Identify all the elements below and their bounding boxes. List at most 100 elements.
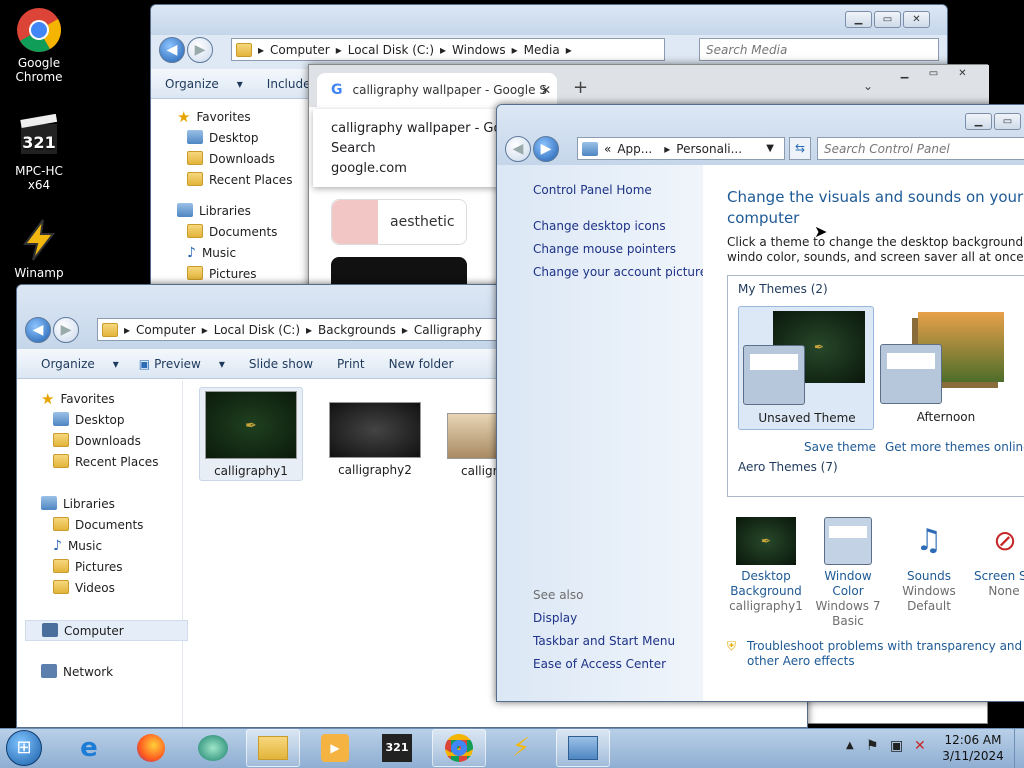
breadcrumb-computer[interactable]: Computer xyxy=(270,43,330,57)
taskbar-windows-explorer[interactable] xyxy=(246,729,300,767)
maximize-button[interactable]: ▭ xyxy=(920,65,947,82)
nav-documents[interactable]: Documents xyxy=(25,515,182,536)
file-item[interactable]: ✒ calligraphy1 xyxy=(199,387,303,481)
sounds-setting[interactable]: ♫ Sounds Windows Default xyxy=(891,515,967,614)
search-input[interactable]: Search Media xyxy=(699,38,939,61)
control-panel-home-link[interactable]: Control Panel Home xyxy=(533,179,703,202)
breadcrumb-local-disk[interactable]: Local Disk (C:) xyxy=(214,323,300,337)
troubleshoot-link[interactable]: ⛨ Troubleshoot problems with transparenc… xyxy=(727,639,1024,669)
nav-documents[interactable]: Documents xyxy=(177,222,311,243)
show-hidden-icons[interactable]: ▲ xyxy=(846,740,854,751)
desktop-icon-winamp[interactable]: Winamp xyxy=(4,216,74,280)
desktop-background-setting[interactable]: ✒ Desktop Background calligraphy1 xyxy=(725,515,807,614)
nav-libraries[interactable]: Libraries xyxy=(25,494,182,515)
change-desktop-icons-link[interactable]: Change desktop icons xyxy=(533,215,703,238)
back-button[interactable]: ◀ xyxy=(505,136,531,162)
organize-button[interactable]: Organize xyxy=(165,77,219,91)
address-bar[interactable]: « App... ▸ Personali... ▼ xyxy=(577,137,785,160)
refresh-button[interactable]: ⇆ xyxy=(789,137,811,160)
dropdown-icon[interactable]: ▼ xyxy=(766,143,774,154)
breadcrumb-calligraphy[interactable]: Calligraphy xyxy=(414,323,482,337)
nav-favorites[interactable]: ★ Favorites xyxy=(177,107,311,128)
clock[interactable]: 12:06 AM 3/11/2024 xyxy=(938,732,1008,764)
tab-search-icon[interactable]: ⌄ xyxy=(863,79,873,93)
taskbar-winamp[interactable]: ⚡ xyxy=(494,729,548,767)
nav-network[interactable]: Network xyxy=(25,662,182,683)
nav-computer[interactable]: Computer xyxy=(25,620,188,641)
volume-muted-icon[interactable]: ✕ xyxy=(914,738,926,754)
print-button[interactable]: Print xyxy=(337,357,365,371)
network-tray-icon[interactable]: ▣ xyxy=(890,738,903,754)
change-mouse-pointers-link[interactable]: Change mouse pointers xyxy=(533,238,703,261)
new-folder-button[interactable]: New folder xyxy=(389,357,454,371)
forward-button[interactable]: ▶ xyxy=(53,317,79,343)
close-button[interactable]: ✕ xyxy=(949,65,976,82)
nav-music[interactable]: ♪ Music xyxy=(25,536,182,557)
taskbar-internet-explorer[interactable]: e xyxy=(62,729,116,767)
breadcrumb-computer[interactable]: Computer xyxy=(136,323,196,337)
chrome-tab[interactable]: G calligraphy wallpaper - Google S ✕ xyxy=(317,73,557,107)
nav-desktop[interactable]: Desktop xyxy=(25,410,182,431)
tab-close-icon[interactable]: ✕ xyxy=(541,83,551,97)
maximize-button[interactable]: ▭ xyxy=(994,113,1021,130)
nav-videos[interactable]: Videos xyxy=(25,578,182,599)
minimize-button[interactable]: ▁ xyxy=(965,113,992,130)
breadcrumb-appearance[interactable]: App... xyxy=(617,142,652,156)
taskbar-chrome[interactable] xyxy=(432,729,486,767)
forward-button[interactable]: ▶ xyxy=(533,136,559,162)
nav-pictures[interactable]: Pictures xyxy=(25,557,182,578)
file-item[interactable]: calligraphy2 xyxy=(323,387,427,481)
address-bar[interactable]: ▸ Computer ▸ Local Disk (C:) ▸ Backgrounds… xyxy=(97,318,517,341)
window-color-setting[interactable]: Window Color Windows 7 Basic xyxy=(807,515,889,629)
screen-saver-setting[interactable]: ⊘ Screen Sa None xyxy=(971,515,1024,599)
nav-pictures[interactable]: Pictures xyxy=(177,264,311,285)
new-tab-icon[interactable]: + xyxy=(573,77,588,98)
filter-chip-aesthetic[interactable]: aesthetic xyxy=(331,199,467,245)
ease-of-access-link[interactable]: Ease of Access Center xyxy=(533,653,703,676)
taskbar-control-panel[interactable] xyxy=(556,729,610,767)
taskbar-media-player[interactable]: ▶ xyxy=(308,729,362,767)
breadcrumb-backgrounds[interactable]: Backgrounds xyxy=(318,323,396,337)
display-link[interactable]: Display xyxy=(533,607,703,630)
action-center-icon[interactable]: ⚑ xyxy=(866,738,879,754)
slide-show-button[interactable]: Slide show xyxy=(249,357,313,371)
search-control-panel-input[interactable]: Search Control Panel xyxy=(817,137,1024,160)
title-bar[interactable] xyxy=(151,5,947,35)
close-button[interactable]: ✕ xyxy=(903,11,930,28)
nav-music[interactable]: ♪ Music xyxy=(177,243,311,264)
theme-unsaved[interactable]: ✒ Unsaved Theme xyxy=(738,306,874,430)
preview-button[interactable]: Preview xyxy=(154,357,201,371)
nav-downloads[interactable]: Downloads xyxy=(177,149,311,170)
nav-desktop[interactable]: Desktop xyxy=(177,128,311,149)
nav-recent-places[interactable]: Recent Places xyxy=(177,170,311,191)
nav-libraries[interactable]: Libraries xyxy=(177,201,311,222)
taskbar-start-menu-link[interactable]: Taskbar and Start Menu xyxy=(533,630,703,653)
breadcrumb-local-disk[interactable]: Local Disk (C:) xyxy=(348,43,434,57)
taskbar-mpc-hc[interactable]: 321 xyxy=(370,729,424,767)
save-theme-link[interactable]: Save theme xyxy=(804,440,876,454)
taskbar-app[interactable] xyxy=(186,729,240,767)
omnibox-suggestion[interactable]: calligraphy wallpaper - Goog Search goog… xyxy=(313,109,513,187)
address-bar[interactable]: ▸ Computer ▸ Local Disk (C:) ▸ Windows ▸ Me… xyxy=(231,38,665,61)
taskbar-firefox[interactable] xyxy=(124,729,178,767)
maximize-button[interactable]: ▭ xyxy=(874,11,901,28)
include-button[interactable]: Include xyxy=(267,77,311,91)
forward-button[interactable]: ▶ xyxy=(187,37,213,63)
nav-downloads[interactable]: Downloads xyxy=(25,431,182,452)
breadcrumb-personalization[interactable]: Personali... xyxy=(676,142,742,156)
organize-button[interactable]: Organize xyxy=(41,357,95,371)
desktop-icon-google-chrome[interactable]: Google Chrome xyxy=(4,6,74,84)
desktop-icon-mpc-hc[interactable]: 321 MPC-HC x64 xyxy=(4,113,74,192)
minimize-button[interactable]: ▁ xyxy=(845,11,872,28)
nav-recent-places[interactable]: Recent Places xyxy=(25,452,182,473)
back-button[interactable]: ◀ xyxy=(25,317,51,343)
back-button[interactable]: ◀ xyxy=(159,37,185,63)
nav-favorites[interactable]: ★ Favorites xyxy=(25,389,182,410)
themes-list[interactable]: My Themes (2) ✒ Unsaved Theme Afternoon … xyxy=(727,275,1024,497)
minimize-button[interactable]: ▁ xyxy=(891,65,918,82)
breadcrumb-windows[interactable]: Windows xyxy=(452,43,506,57)
start-button[interactable]: ⊞ xyxy=(6,730,42,766)
change-account-picture-link[interactable]: Change your account picture xyxy=(533,261,707,284)
breadcrumb-media[interactable]: Media xyxy=(524,43,560,57)
show-desktop-button[interactable] xyxy=(1014,729,1024,768)
